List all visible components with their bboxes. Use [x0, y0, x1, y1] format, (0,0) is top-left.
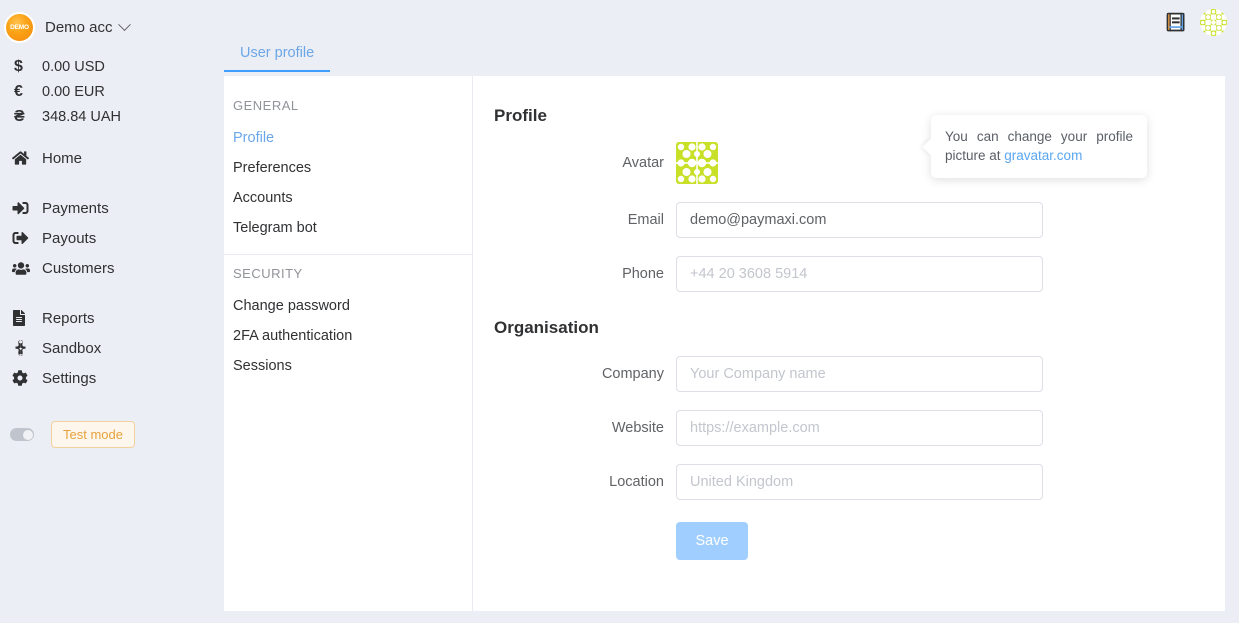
- phone-field[interactable]: [676, 256, 1043, 292]
- profile-form: Profile Avatar You can change your profi…: [473, 76, 1225, 611]
- sidebar-item-home[interactable]: Home: [0, 143, 210, 173]
- balance-list: $ 0.00 USD € 0.00 EUR ₴ 348.84 UAH: [0, 54, 210, 129]
- website-label: Website: [611, 420, 664, 436]
- status-badge[interactable]: Test mode: [51, 421, 135, 448]
- balance-amount-uah: 348.84 UAH: [42, 108, 121, 125]
- save-button[interactable]: Save: [676, 522, 748, 560]
- tab-bar: User profile: [224, 44, 1225, 75]
- sign-out-arrow-icon: [12, 230, 42, 246]
- app-root: Demo acc $ 0.00 USD € 0.00 EUR ₴ 348.84 …: [0, 0, 1239, 623]
- location-label: Location: [609, 474, 664, 490]
- dollar-icon: $: [14, 57, 23, 75]
- form-actions: Save: [494, 522, 1225, 560]
- settings-item-change-password[interactable]: Change password: [224, 291, 472, 321]
- balance-amount-eur: 0.00 EUR: [42, 83, 105, 100]
- main-panel: GENERAL Profile Preferences Accounts Tel…: [224, 76, 1225, 611]
- avatar-label: Avatar: [622, 155, 664, 171]
- sidebar-item-label: Reports: [42, 309, 95, 327]
- sidebar-item-label: Payouts: [42, 229, 97, 247]
- sidebar-item-payments[interactable]: Payments: [0, 193, 210, 223]
- sidebar-item-settings[interactable]: Settings: [0, 363, 210, 393]
- balance-row-usd: $ 0.00 USD: [0, 54, 210, 79]
- sidebar-item-reports[interactable]: Reports: [0, 303, 210, 333]
- location-row: Location: [494, 464, 1225, 500]
- sidebar-item-label: Settings: [42, 369, 97, 387]
- settings-item-2fa-authentication[interactable]: 2FA authentication: [224, 321, 472, 351]
- gear-icon: [12, 370, 42, 386]
- settings-item-profile[interactable]: Profile: [224, 123, 472, 153]
- email-label: Email: [627, 212, 664, 228]
- location-field[interactable]: [676, 464, 1043, 500]
- user-gravatar-icon[interactable]: [1200, 9, 1227, 36]
- account-name: Demo acc: [45, 19, 113, 36]
- settings-group-title-security: SECURITY: [233, 266, 303, 281]
- company-row: Company: [494, 356, 1225, 392]
- sidebar-item-payouts[interactable]: Payouts: [0, 223, 210, 253]
- company-label: Company: [601, 366, 664, 382]
- header-actions: [1165, 9, 1227, 36]
- phone-row: Phone: [494, 256, 1225, 292]
- sign-in-arrow-icon: [12, 200, 42, 216]
- document-icon: [12, 310, 42, 326]
- settings-item-telegram-bot[interactable]: Telegram bot: [224, 213, 472, 243]
- tab-user-profile[interactable]: User profile: [224, 45, 331, 72]
- gravatar-identicon[interactable]: [676, 142, 718, 184]
- toggle-switch-off-icon[interactable]: [10, 428, 34, 441]
- chevron-down-icon[interactable]: [117, 18, 131, 32]
- code-brackets-icon: [12, 340, 42, 356]
- phone-label: Phone: [622, 266, 664, 282]
- settings-item-preferences[interactable]: Preferences: [224, 153, 472, 183]
- euro-icon: €: [14, 82, 23, 100]
- sidebar: Demo acc $ 0.00 USD € 0.00 EUR ₴ 348.84 …: [0, 0, 210, 623]
- users-group-icon: [12, 261, 42, 276]
- gravatar-link[interactable]: gravatar.com: [1004, 148, 1082, 163]
- account-switcher[interactable]: Demo acc: [0, 0, 210, 46]
- settings-item-sessions[interactable]: Sessions: [224, 351, 472, 381]
- settings-nav-divider: [224, 254, 472, 255]
- organisation-title: Organisation: [494, 318, 599, 337]
- sidebar-item-customers[interactable]: Customers: [0, 253, 210, 283]
- avatar-tooltip: You can change your profile picture at g…: [931, 115, 1147, 178]
- hryvnia-icon: ₴: [14, 107, 25, 125]
- home-icon: [12, 150, 42, 166]
- sidebar-item-label: Payments: [42, 199, 109, 217]
- settings-nav: GENERAL Profile Preferences Accounts Tel…: [224, 76, 473, 611]
- avatar-row: Avatar You can change your profile pictu…: [494, 115, 1225, 184]
- test-mode-row: Test mode: [0, 421, 210, 448]
- settings-group-title-general: GENERAL: [233, 98, 299, 113]
- settings-item-accounts[interactable]: Accounts: [224, 183, 472, 213]
- sidebar-item-label: Customers: [42, 259, 115, 277]
- sidebar-item-sandbox[interactable]: Sandbox: [0, 333, 210, 363]
- sidebar-nav: Home Payments Payouts Customers Reports …: [0, 143, 210, 448]
- balance-row-uah: ₴ 348.84 UAH: [0, 104, 210, 129]
- email-row: Email: [494, 202, 1225, 238]
- balance-amount-usd: 0.00 USD: [42, 58, 105, 75]
- sidebar-item-label: Sandbox: [42, 339, 102, 357]
- balance-row-eur: € 0.00 EUR: [0, 79, 210, 104]
- website-field[interactable]: [676, 410, 1043, 446]
- email-field[interactable]: [676, 202, 1043, 238]
- book-icon[interactable]: [1165, 11, 1187, 34]
- account-badge-icon: [6, 14, 33, 41]
- website-row: Website: [494, 410, 1225, 446]
- company-field[interactable]: [676, 356, 1043, 392]
- sidebar-item-label: Home: [42, 149, 83, 167]
